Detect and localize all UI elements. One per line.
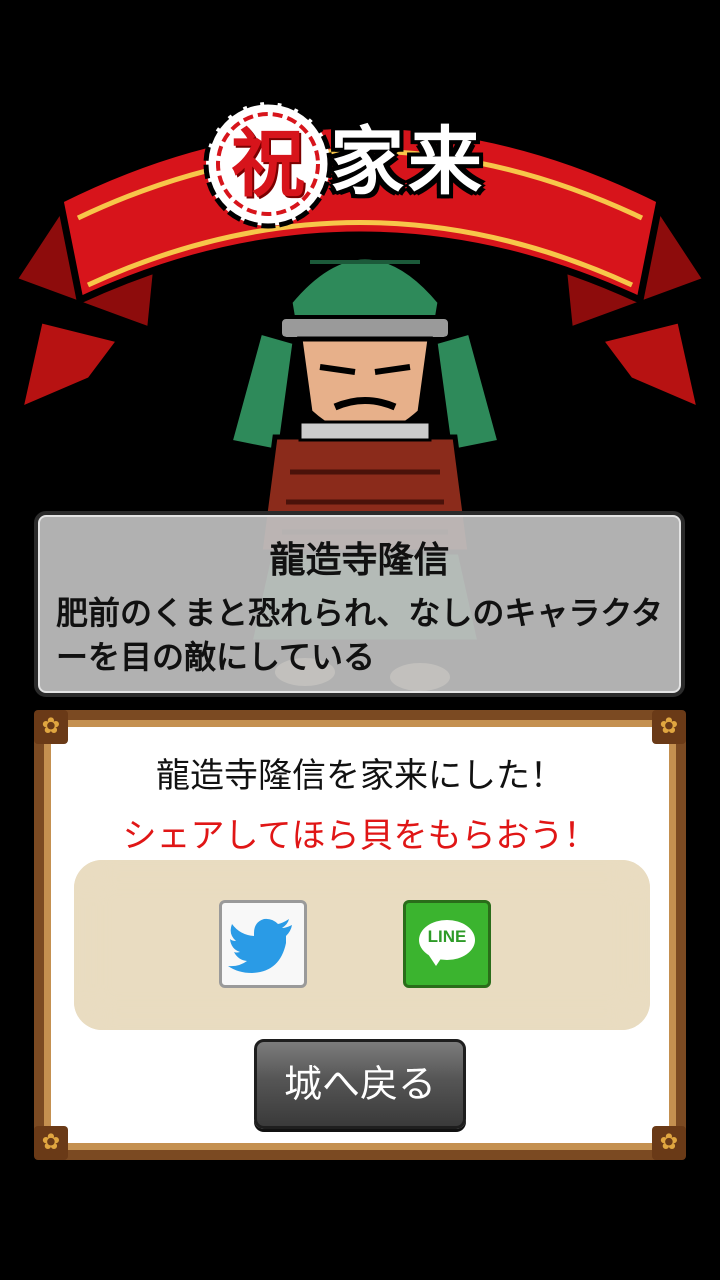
celebrate-badge: 祝 xyxy=(202,98,334,230)
corner-ornament-icon: ✿ xyxy=(34,710,68,744)
line-share-button[interactable]: LINE xyxy=(403,900,491,988)
share-prompt: シェアしてほら貝をもらおう！ xyxy=(122,816,598,856)
back-to-castle-button[interactable]: 城へ戻る xyxy=(254,1039,466,1129)
celebrate-char: 祝 xyxy=(231,121,305,207)
retainer-message: 龍造寺隆信を家来にした！ xyxy=(156,756,564,796)
corner-ornament-icon: ✿ xyxy=(652,1126,686,1160)
twitter-bird-icon xyxy=(228,918,292,973)
character-info-box: 龍造寺隆信 肥前のくまと恐れられ、なしのキャラクターを目の敵にしている xyxy=(34,511,685,697)
character-description: 肥前のくまと恐れられ、なしのキャラクターを目の敵にしている xyxy=(56,594,664,676)
back-button-label: 城へ戻る xyxy=(283,1062,436,1106)
corner-ornament-icon: ✿ xyxy=(34,1126,68,1160)
banner-title: 家来 xyxy=(330,119,486,205)
character-name: 龍造寺隆信 xyxy=(269,540,450,581)
corner-ornament-icon: ✿ xyxy=(652,710,686,744)
share-area xyxy=(74,860,650,1030)
line-label: LINE xyxy=(427,927,467,946)
twitter-share-button[interactable] xyxy=(219,900,307,988)
